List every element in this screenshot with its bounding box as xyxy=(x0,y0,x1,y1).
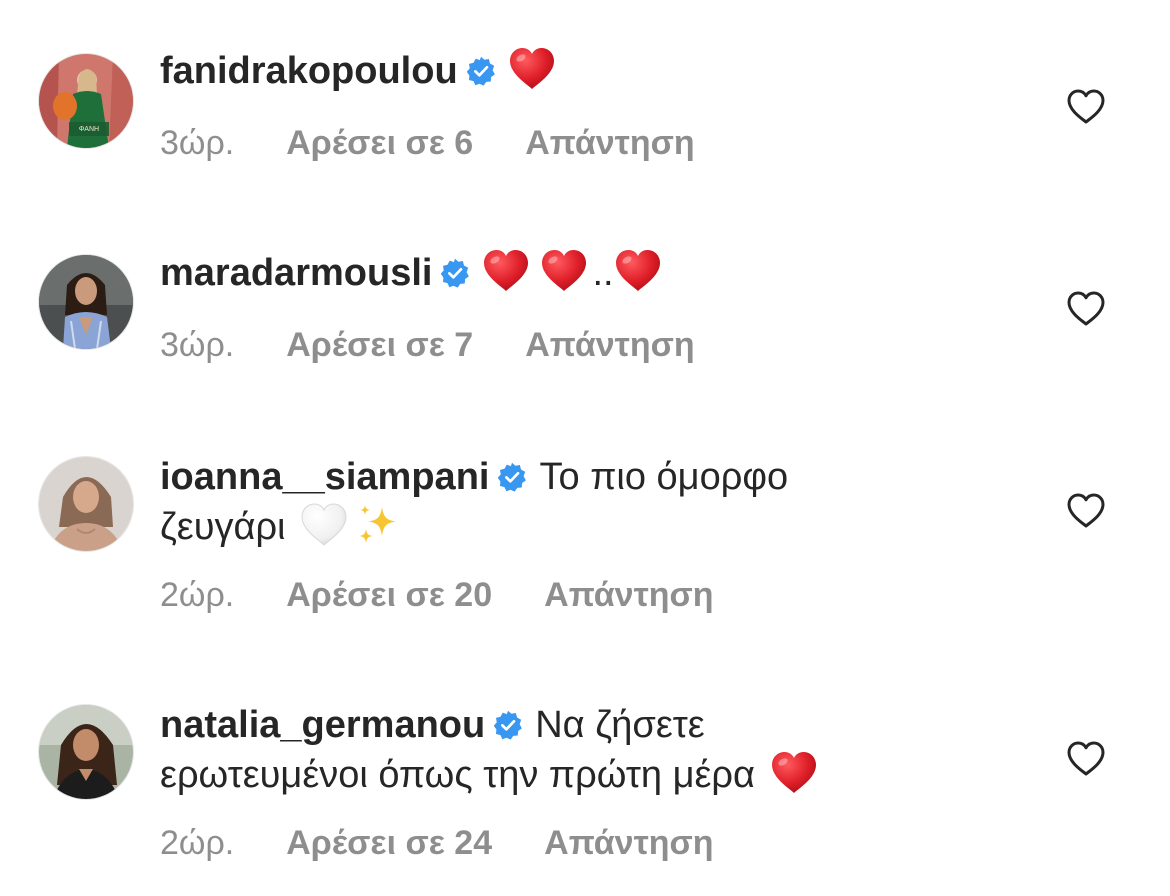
reply-button[interactable]: Απάντηση xyxy=(544,824,713,862)
like-heart-icon[interactable] xyxy=(1066,290,1106,328)
sparkles-emoji-icon xyxy=(354,503,402,547)
comment-text-continued: ερωτευμένοι όπως την πρώτη μέρα xyxy=(160,754,755,796)
avatar[interactable]: ΦΑΝΗ xyxy=(38,53,134,149)
comment-time: 2ώρ. xyxy=(160,824,235,862)
likes-count-link[interactable]: Αρέσει σε 24 xyxy=(286,824,492,862)
verified-badge-icon xyxy=(440,258,470,288)
red-heart-emoji-icon xyxy=(770,751,818,795)
comment-meta: 2ώρ. Αρέσει σε 20 Απάντηση xyxy=(160,576,766,615)
likes-count-link[interactable]: Αρέσει σε 20 xyxy=(286,576,492,614)
like-heart-icon[interactable] xyxy=(1066,492,1106,530)
comment-time: 3ώρ. xyxy=(160,124,235,162)
comment-text-continued: ζευγάρι xyxy=(160,506,286,548)
like-heart-icon[interactable] xyxy=(1066,88,1106,126)
likes-count-link[interactable]: Αρέσει σε 7 xyxy=(286,326,473,364)
username[interactable]: natalia_germanou xyxy=(160,704,485,746)
verified-badge-icon xyxy=(493,710,523,740)
username[interactable]: ioanna__siampani xyxy=(160,456,489,498)
red-heart-emoji-icon xyxy=(508,47,556,91)
white-heart-emoji-icon xyxy=(300,503,348,547)
comment-meta: 2ώρ. Αρέσει σε 24 Απάντηση xyxy=(160,824,766,863)
verified-badge-icon xyxy=(466,56,496,86)
svg-text:ΦΑΝΗ: ΦΑΝΗ xyxy=(79,126,99,133)
verified-badge-icon xyxy=(497,462,527,492)
comment-time: 3ώρ. xyxy=(160,326,235,364)
comment-text: Να ζήσετε xyxy=(535,704,705,746)
red-heart-emoji-icon xyxy=(614,249,662,293)
likes-count-link[interactable]: Αρέσει σε 6 xyxy=(286,124,473,162)
avatar[interactable] xyxy=(38,254,134,350)
red-heart-emoji-icon xyxy=(482,249,530,293)
reply-button[interactable]: Απάντηση xyxy=(525,326,694,364)
avatar[interactable] xyxy=(38,456,134,552)
username[interactable]: fanidrakopoulou xyxy=(160,50,458,92)
comment-text: Το πιο όμορφο xyxy=(539,456,789,498)
reply-button[interactable]: Απάντηση xyxy=(544,576,713,614)
comment-meta: 3ώρ. Αρέσει σε 6 Απάντηση xyxy=(160,124,747,163)
like-heart-icon[interactable] xyxy=(1066,740,1106,778)
red-heart-emoji-icon xyxy=(540,249,588,293)
username[interactable]: maradarmousli xyxy=(160,252,432,294)
reply-button[interactable]: Απάντηση xyxy=(525,124,694,162)
avatar[interactable] xyxy=(38,704,134,800)
comment-time: 2ώρ. xyxy=(160,576,235,614)
comment-text: .. xyxy=(592,252,614,294)
comment-meta: 3ώρ. Αρέσει σε 7 Απάντηση xyxy=(160,326,747,365)
